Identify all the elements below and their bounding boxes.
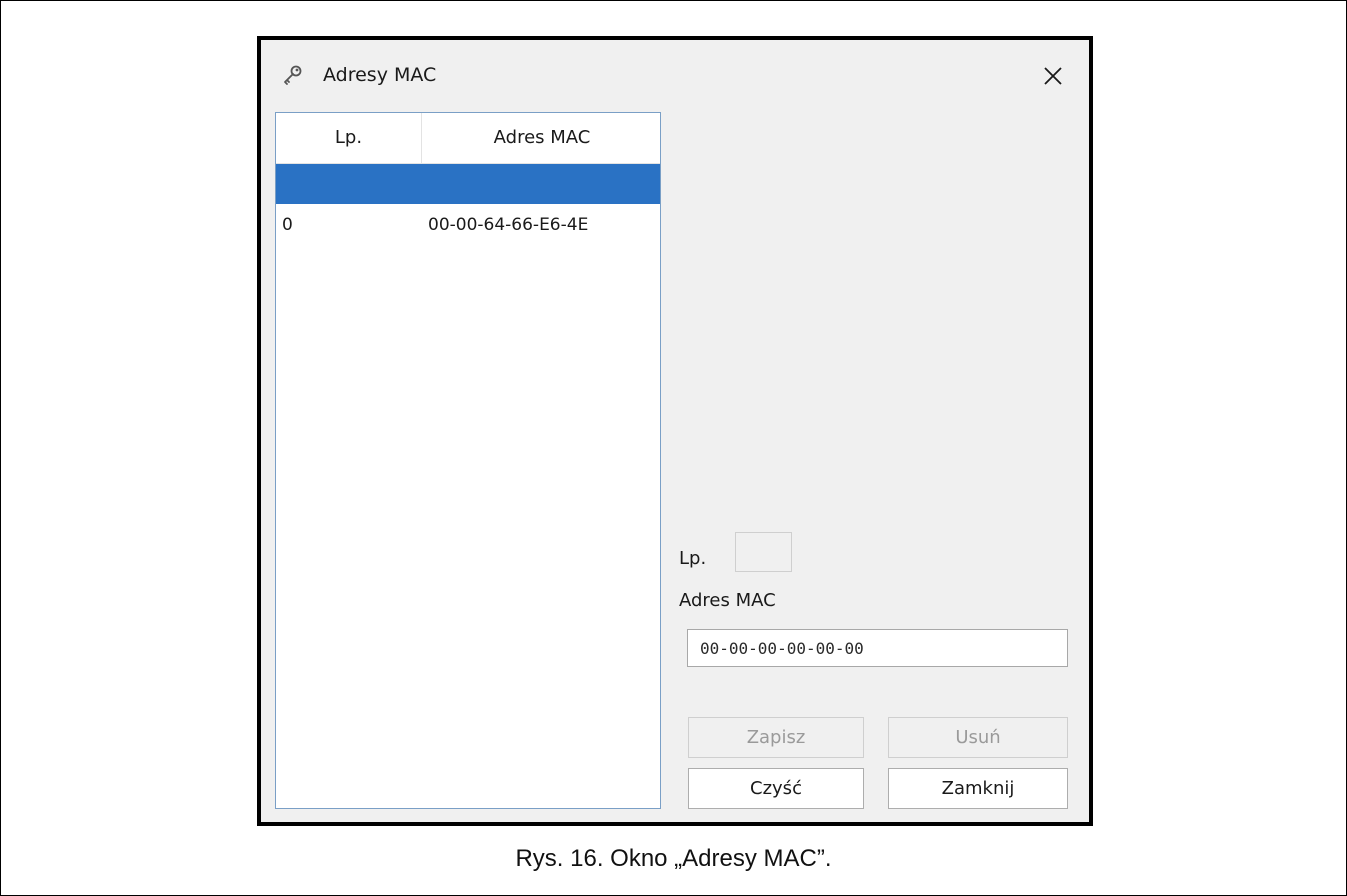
column-header-lp[interactable]: Lp. (276, 113, 422, 163)
list-row-mac: 00-00-64-66-E6-4E (428, 215, 589, 235)
lp-label: Lp. (679, 548, 707, 569)
lp-field (735, 532, 792, 572)
selected-empty-row[interactable] (276, 164, 660, 204)
key-icon (281, 64, 303, 86)
close-button[interactable] (1035, 58, 1071, 94)
mac-addresses-dialog: Adresy MAC Lp. Adres MAC 0 00-00-64-66-E… (257, 36, 1093, 826)
list-header: Lp. Adres MAC (276, 113, 660, 164)
mac-address-input[interactable] (687, 629, 1068, 667)
mac-label: Adres MAC (679, 590, 776, 611)
window-title: Adresy MAC (323, 64, 437, 86)
column-header-mac[interactable]: Adres MAC (422, 113, 662, 163)
close-icon (1044, 67, 1062, 85)
delete-button[interactable]: Usuń (888, 717, 1068, 758)
title-bar: Adresy MAC (261, 40, 1089, 110)
save-button[interactable]: Zapisz (688, 717, 864, 758)
list-row[interactable]: 0 00-00-64-66-E6-4E (276, 207, 660, 247)
list-row-lp: 0 (282, 215, 293, 235)
figure-caption: Rys. 16. Okno „Adresy MAC”. (515, 845, 832, 872)
mac-list[interactable]: Lp. Adres MAC 0 00-00-64-66-E6-4E (275, 112, 661, 809)
close-dialog-button[interactable]: Zamknij (888, 768, 1068, 809)
clear-button[interactable]: Czyść (688, 768, 864, 809)
